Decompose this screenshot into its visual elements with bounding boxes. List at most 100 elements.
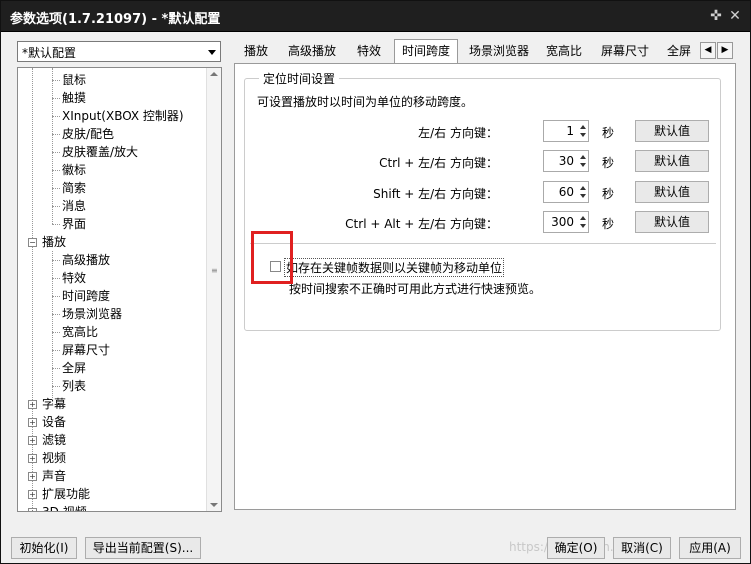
tree-item[interactable]: 宽高比: [62, 323, 98, 341]
seek-arrow-spinbox[interactable]: 1: [543, 120, 589, 142]
tree-item[interactable]: 界面: [62, 215, 86, 233]
spin-value: 60: [558, 185, 574, 199]
tree-branch-line: [52, 332, 60, 333]
tab-time-span[interactable]: 时间跨度: [394, 39, 458, 63]
tree-branch-line: [52, 314, 60, 315]
spin-down-icon[interactable]: [580, 163, 586, 167]
seek-shift-spinbox[interactable]: 60: [543, 181, 589, 203]
expand-icon[interactable]: +: [28, 490, 37, 499]
tab-strip: 播放 高级播放 特效 时间跨度 场景浏览器 宽高比 屏幕尺寸 全屏 ◀ ▶: [234, 39, 736, 63]
expand-icon[interactable]: +: [28, 454, 37, 463]
title-separator: [1, 31, 750, 32]
tree-branch-line: [52, 386, 60, 387]
tree-item[interactable]: 扩展功能: [42, 485, 90, 503]
pin-icon[interactable]: ✜: [708, 8, 724, 24]
unit-label: 秒: [602, 217, 615, 231]
tree-branch-line: [52, 368, 60, 369]
tab-playback[interactable]: 播放: [234, 41, 278, 62]
export-config-button[interactable]: 导出当前配置(S)...: [85, 537, 201, 559]
tree-item[interactable]: 播放: [42, 233, 66, 251]
cancel-button[interactable]: 取消(C): [613, 537, 671, 559]
expand-icon[interactable]: +: [28, 472, 37, 481]
settings-panel: 定位时间设置 可设置播放时以时间为单位的移动跨度。 左/右 方向键： 1 秒 默…: [234, 63, 736, 510]
init-button[interactable]: 初始化(I): [11, 537, 77, 559]
expand-icon[interactable]: +: [28, 418, 37, 427]
spin-value: 30: [558, 154, 574, 168]
tree-item[interactable]: 徽标: [62, 161, 86, 179]
scroll-down-icon[interactable]: [210, 503, 218, 507]
tab-scene-browser[interactable]: 场景浏览器: [462, 41, 536, 62]
tree-item[interactable]: 触摸: [62, 89, 86, 107]
tree-branch-line: [52, 188, 60, 189]
expand-icon[interactable]: +: [28, 436, 37, 445]
tree-item[interactable]: 特效: [62, 269, 86, 287]
tree-item[interactable]: 场景浏览器: [62, 305, 122, 323]
spin-up-icon[interactable]: [580, 216, 586, 220]
title-bar: 参数选项(1.7.21097) - *默认配置 ✜ ✕: [1, 1, 750, 31]
tree-branch-line: [52, 170, 60, 171]
group-description: 可设置播放时以时间为单位的移动跨度。: [257, 95, 474, 109]
tree-item[interactable]: 字幕: [42, 395, 66, 413]
tree-item[interactable]: 高级播放: [62, 251, 110, 269]
tree-item[interactable]: 全屏: [62, 359, 86, 377]
ok-button[interactable]: 确定(O): [547, 537, 605, 559]
spin-down-icon[interactable]: [580, 133, 586, 137]
tab-screen-size[interactable]: 屏幕尺寸: [593, 41, 657, 62]
spin-value: 300: [551, 215, 574, 229]
row-label-ctrl-alt: Ctrl + Alt + 左/右 方向键：: [345, 217, 498, 231]
tree-item[interactable]: 简索: [62, 179, 86, 197]
tree-item[interactable]: 滤镜: [42, 431, 66, 449]
spin-down-icon[interactable]: [580, 194, 586, 198]
tab-aspect-ratio[interactable]: 宽高比: [539, 41, 589, 62]
default-button-shift[interactable]: 默认值: [635, 181, 709, 203]
tree-branch-line: [52, 116, 60, 117]
default-button-ctrl[interactable]: 默认值: [635, 150, 709, 172]
tree-item[interactable]: 列表: [62, 377, 86, 395]
tree-item[interactable]: 时间跨度: [62, 287, 110, 305]
scroll-up-icon[interactable]: [210, 72, 218, 76]
default-button-arrow[interactable]: 默认值: [635, 120, 709, 142]
profile-dropdown[interactable]: *默认配置: [17, 41, 221, 62]
keyframe-note: 按时间搜索不正确时可用此方式进行快速预览。: [289, 282, 542, 296]
scroll-grip-icon[interactable]: ≡: [211, 266, 218, 275]
seek-ctrl-alt-spinbox[interactable]: 300: [543, 211, 589, 233]
tab-scroll-left-icon[interactable]: ◀: [700, 42, 716, 59]
tab-scroll-right-icon[interactable]: ▶: [717, 42, 733, 59]
spin-up-icon[interactable]: [580, 155, 586, 159]
tree-item[interactable]: 皮肤覆盖/放大: [62, 143, 138, 161]
spin-down-icon[interactable]: [580, 224, 586, 228]
highlight-box: [251, 231, 293, 284]
tree-scrollbar[interactable]: ≡: [206, 68, 221, 511]
close-icon[interactable]: ✕: [727, 8, 743, 24]
tree-branch-line: [52, 206, 60, 207]
tree-branch-line: [52, 224, 60, 225]
tab-advanced-playback[interactable]: 高级播放: [281, 41, 343, 62]
tree-branch-line: [52, 80, 60, 81]
tree-child-guide-line: [52, 251, 53, 404]
tab-effects[interactable]: 特效: [346, 41, 392, 62]
tree-guide-line: [32, 68, 33, 511]
spin-up-icon[interactable]: [580, 125, 586, 129]
expand-icon[interactable]: +: [28, 400, 37, 409]
row-label-arrow: 左/右 方向键：: [418, 126, 498, 140]
row-label-ctrl: Ctrl + 左/右 方向键：: [379, 156, 498, 170]
window-title: 参数选项(1.7.21097) - *默认配置: [10, 12, 221, 27]
expand-icon[interactable]: +: [28, 508, 37, 511]
tree-item[interactable]: 设备: [42, 413, 66, 431]
collapse-icon[interactable]: −: [28, 238, 37, 247]
tree-item[interactable]: 3D 视频: [42, 503, 87, 511]
keyframe-checkbox-label[interactable]: 如存在关键帧数据则以关键帧为移动单位: [284, 258, 505, 277]
default-button-ctrl-alt[interactable]: 默认值: [635, 211, 709, 233]
tree-item[interactable]: 视频: [42, 449, 66, 467]
tree-branch-line: [52, 350, 60, 351]
tree-item[interactable]: 消息: [62, 197, 86, 215]
tree-item[interactable]: 鼠标: [62, 71, 86, 89]
spin-up-icon[interactable]: [580, 186, 586, 190]
apply-button[interactable]: 应用(A): [679, 537, 741, 559]
tree-item[interactable]: 屏幕尺寸: [62, 341, 110, 359]
tree-item[interactable]: XInput(XBOX 控制器): [62, 107, 184, 125]
tree-item[interactable]: 皮肤/配色: [62, 125, 114, 143]
tree-item[interactable]: 声音: [42, 467, 66, 485]
seek-ctrl-spinbox[interactable]: 30: [543, 150, 589, 172]
tab-fullscreen[interactable]: 全屏: [661, 41, 703, 62]
